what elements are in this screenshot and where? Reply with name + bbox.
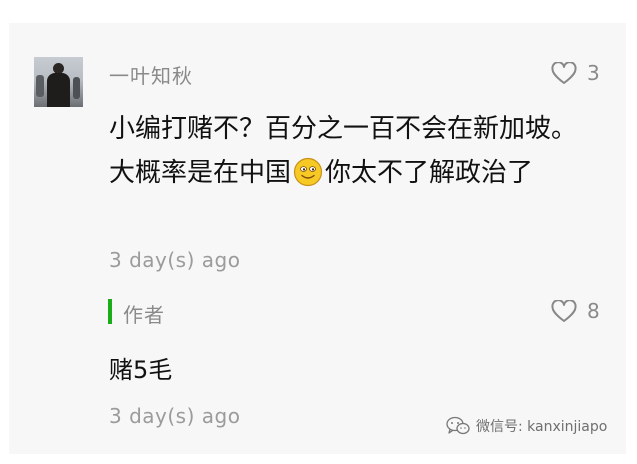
wechat-icon: [446, 416, 470, 435]
avatar[interactable]: [34, 57, 83, 107]
comment-username[interactable]: 一叶知秋: [109, 60, 193, 89]
comment-text-part2: 你太不了解政治了: [325, 158, 534, 188]
avatar-person-body: [47, 73, 70, 107]
reply-like-button[interactable]: 8: [551, 299, 600, 323]
smiling-face-emoji-icon: [293, 157, 323, 187]
author-indicator-bar: [108, 299, 112, 324]
reply-author-label: 作者: [123, 303, 165, 327]
comment-timestamp: 3 day(s) ago: [109, 248, 241, 272]
heart-icon: [551, 61, 577, 84]
comment-text: 小编打赌不？百分之一百不会在新加坡。大概率是在中国 你太不了解政治了: [109, 107, 594, 195]
reply-text: 赌5毛: [109, 356, 173, 384]
comment-card: [9, 23, 626, 454]
avatar-bg-figure: [73, 77, 80, 99]
heart-icon: [551, 299, 577, 322]
watermark: 微信号: kanxinjiapo: [446, 416, 607, 436]
reply-timestamp: 3 day(s) ago: [109, 404, 241, 428]
watermark-text: 微信号: kanxinjiapo: [476, 419, 608, 435]
avatar-bg-figure: [36, 75, 44, 97]
reply-like-count: 8: [587, 299, 600, 323]
comment-like-button[interactable]: 3: [551, 61, 600, 85]
comment-like-count: 3: [587, 61, 600, 85]
